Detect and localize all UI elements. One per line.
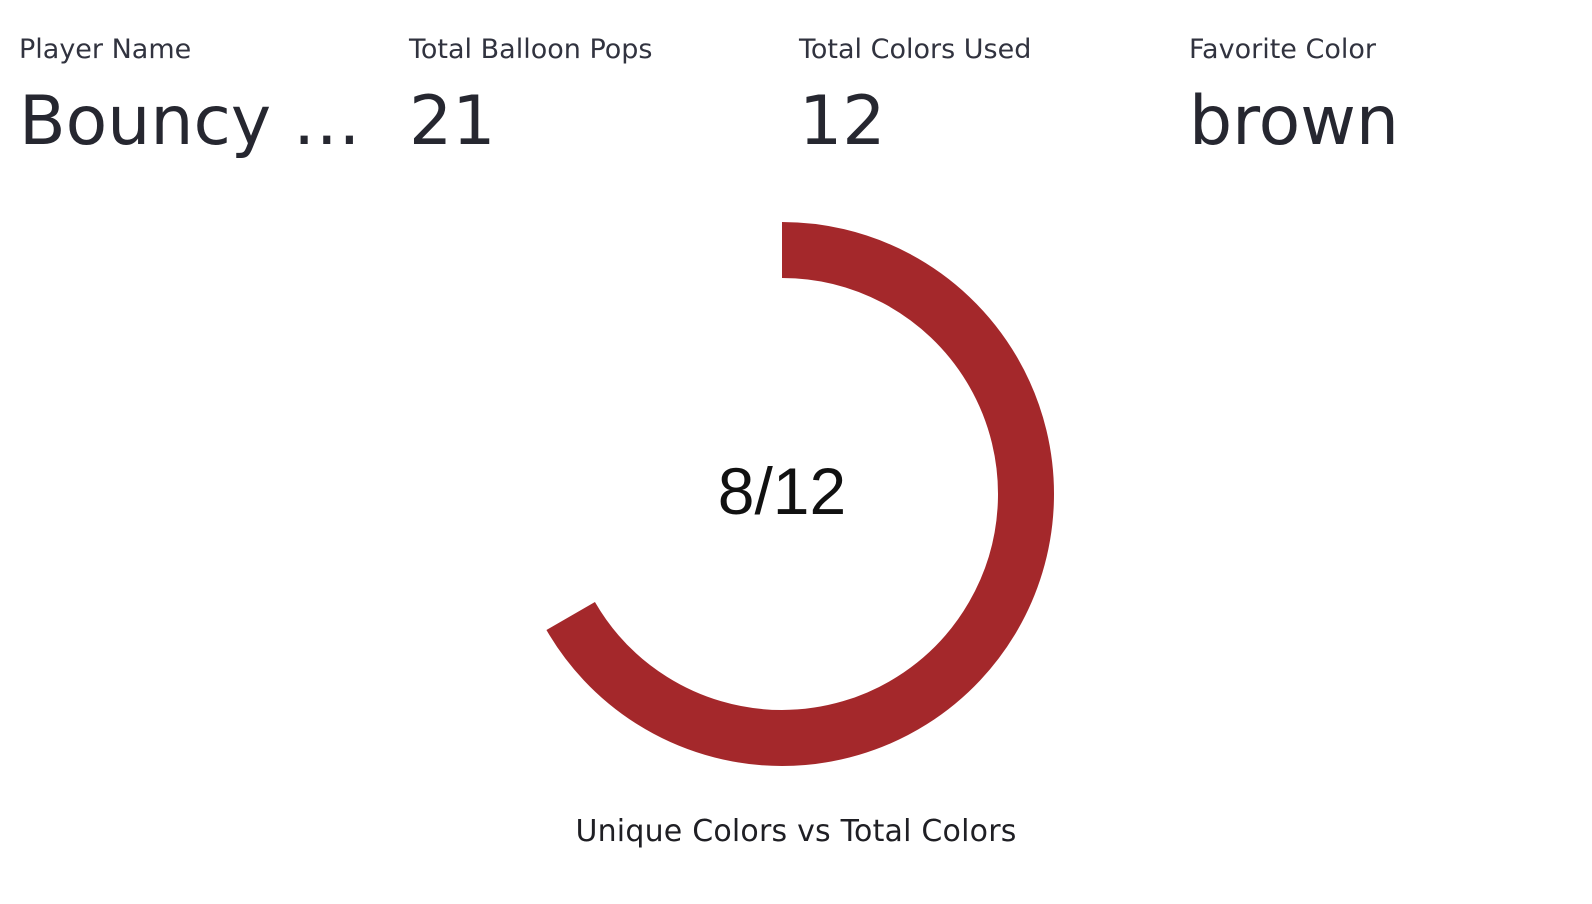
metric-label: Total Balloon Pops xyxy=(409,34,653,65)
metric-total-colors-used: Total Colors Used 12 xyxy=(799,30,1159,162)
metric-value: brown xyxy=(1189,82,1399,161)
metric-value: 21 xyxy=(409,82,496,161)
metric-label: Total Colors Used xyxy=(799,34,1032,65)
metric-total-balloon-pops: Total Balloon Pops 21 xyxy=(409,30,769,162)
chart-caption: Unique Colors vs Total Colors xyxy=(575,814,1017,849)
gauge-chart: 8/12 Unique Colors vs Total Colors xyxy=(0,190,1592,904)
metric-player-name: Player Name Bouncy … xyxy=(19,30,379,162)
metric-value: 12 xyxy=(799,82,886,161)
metric-label: Player Name xyxy=(19,34,192,65)
gauge-svg: 8/12 xyxy=(546,222,1054,766)
metrics-row: Player Name Bouncy … Total Balloon Pops … xyxy=(0,0,1592,180)
metric-favorite-color: Favorite Color brown xyxy=(1189,30,1549,162)
metric-label: Favorite Color xyxy=(1189,34,1376,65)
metric-value: Bouncy … xyxy=(19,82,361,161)
gauge-center-label: 8/12 xyxy=(718,454,846,528)
